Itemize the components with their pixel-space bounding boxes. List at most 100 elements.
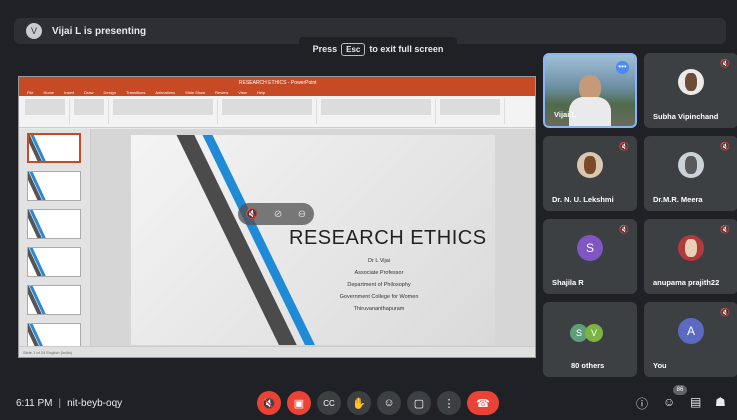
slide-thumbnails xyxy=(19,129,91,353)
meeting-code: nit-beyb-oqy xyxy=(67,398,123,409)
ppt-ribbon xyxy=(19,96,535,128)
mic-off-icon: 🔇 xyxy=(720,142,730,151)
chat-icon[interactable]: ▤ xyxy=(690,395,701,409)
ppt-tab: File xyxy=(27,89,34,95)
info-icon[interactable]: ⓘ xyxy=(636,395,648,412)
slide-info-line: Government College for Women xyxy=(339,294,419,300)
avatar: V xyxy=(585,324,603,342)
ppt-tab: Draw xyxy=(84,89,94,95)
ribbon-group-editing xyxy=(440,99,505,124)
avatar xyxy=(577,151,603,178)
more-options-icon: ⋮ xyxy=(443,397,455,410)
ppt-doc-title: RESEARCH ETHICS - PowerPoint xyxy=(239,79,317,86)
slide-author-info: Dr L Vijai Associate Professor Departmen… xyxy=(309,255,449,315)
participant-name: Dr.M.R. Meera xyxy=(653,195,703,204)
avatar: S xyxy=(577,234,603,261)
mic-toggle-button[interactable]: 🔇 xyxy=(257,391,281,415)
participant-tile[interactable]: 🔇 Dr.M.R. Meera xyxy=(644,136,737,211)
camera-toggle-button[interactable]: ▣ xyxy=(287,391,311,415)
people-icon[interactable]: ☺ xyxy=(663,395,675,409)
mic-off-icon: 🔇 xyxy=(619,142,629,151)
mic-off-icon: 🔇 xyxy=(720,225,730,234)
participant-tile[interactable]: 🔇 A You xyxy=(644,302,737,377)
slide-info-line: Department of Philosophy xyxy=(347,282,411,288)
presenting-label: Vijai L is presenting xyxy=(52,25,147,37)
participant-name: You xyxy=(653,361,667,370)
slide-info-line: Associate Professor xyxy=(354,270,404,276)
participant-tile[interactable]: 🔇 anupama prajith22 xyxy=(644,219,737,294)
slide-thumbnail xyxy=(27,247,81,277)
separator: | xyxy=(58,398,62,409)
ribbon-group-paragraph xyxy=(222,99,317,124)
mic-off-icon: 🔇 xyxy=(262,397,276,410)
participant-tile[interactable]: 🔇 S Shajila R xyxy=(543,219,637,294)
hint-exit: to exit full screen xyxy=(369,44,444,54)
bottom-bar: 6:11 PM | nit-beyb-oqy 🔇 ▣ CC ✋ ☺ ▢ ⋮ ☎ ⓘ … xyxy=(0,385,737,420)
avatar: A xyxy=(678,317,704,344)
more-options-button[interactable]: ⋮ xyxy=(437,391,461,415)
ppt-tab: Animations xyxy=(155,89,176,95)
participant-tile[interactable]: 🔇 Subha Vipinchand xyxy=(644,53,737,128)
ppt-tab: Review xyxy=(215,89,229,95)
presenter-avatar: V xyxy=(26,23,42,39)
present-icon: ▢ xyxy=(413,397,425,410)
ppt-tab: Insert xyxy=(64,89,75,95)
participant-name: Vijai L xyxy=(554,110,576,119)
clock: 6:11 PM xyxy=(16,398,53,409)
ribbon-group-slides xyxy=(74,99,109,124)
avatar xyxy=(678,68,704,95)
ppt-tab: Home xyxy=(43,89,55,95)
participant-name: 80 others xyxy=(571,361,605,370)
presenter-controls-pill[interactable]: 🔇 ⊘ ⊖ xyxy=(238,203,314,225)
more-options-icon[interactable]: ••• xyxy=(616,61,629,74)
emoji-button[interactable]: ☺ xyxy=(377,391,401,415)
slide-thumbnail xyxy=(27,285,81,315)
raise-hand-icon: ✋ xyxy=(352,397,366,410)
mic-off-icon: 🔇 xyxy=(720,59,730,68)
mic-off-icon[interactable]: 🔇 xyxy=(246,209,258,220)
remove-icon[interactable]: ⊘ xyxy=(274,209,282,220)
meeting-info: 6:11 PM | nit-beyb-oqy xyxy=(16,398,122,409)
raise-hand-button[interactable]: ✋ xyxy=(347,391,371,415)
ribbon-group-clipboard xyxy=(25,99,70,124)
participant-tile[interactable]: ••• Vijai L xyxy=(543,53,637,128)
participant-name: Subha Vipinchand xyxy=(653,112,719,121)
ppt-titlebar: RESEARCH ETHICS - PowerPoint xyxy=(19,77,535,88)
slide-thumbnail xyxy=(27,171,81,201)
slide-thumbnail xyxy=(27,209,81,239)
ribbon-group-drawing xyxy=(321,99,436,124)
mic-off-icon: 🔇 xyxy=(720,308,730,317)
end-call-button[interactable]: ☎ xyxy=(467,391,499,415)
mic-off-icon: 🔇 xyxy=(619,225,629,234)
ppt-tabs: File Home Insert Draw Design Transitions Anima… xyxy=(19,88,535,96)
ribbon-group-font xyxy=(113,99,218,124)
ppt-tab: Design xyxy=(103,89,116,95)
slide-thumbnail xyxy=(27,133,81,163)
participant-name: anupama prajith22 xyxy=(653,278,720,287)
end-call-icon: ☎ xyxy=(476,397,490,410)
slide-info-line: Dr L Vijai xyxy=(367,258,390,264)
activities-icon[interactable]: ☗ xyxy=(715,395,726,409)
captions-button[interactable]: CC xyxy=(317,391,341,415)
current-slide: RESEARCH ETHICS Dr L Vijai Associate Pro… xyxy=(131,135,495,345)
ppt-tab: Slide Show xyxy=(185,89,206,95)
present-button[interactable]: ▢ xyxy=(407,391,431,415)
ppt-status-text: Slide 1 of 24 English (India) xyxy=(23,349,72,355)
ppt-tab: Help xyxy=(256,89,266,95)
esc-key: Esc xyxy=(341,42,366,56)
participant-name: Shajila R xyxy=(552,278,584,287)
camera-off-icon: ▣ xyxy=(293,397,305,410)
slide-title: RESEARCH ETHICS xyxy=(289,227,487,249)
ppt-tab: Transitions xyxy=(125,89,146,95)
emoji-icon: ☺ xyxy=(383,397,395,409)
captions-icon: CC xyxy=(323,398,335,408)
avatar xyxy=(678,151,704,178)
participant-tile[interactable]: 🔇 Dr. N. U. Lekshmi xyxy=(543,136,637,211)
ppt-statusbar: Slide 1 of 24 English (India) xyxy=(19,346,535,357)
fullscreen-hint: Press Esc to exit full screen xyxy=(299,37,457,61)
participant-tile[interactable]: S V 80 others xyxy=(543,302,637,377)
slide-editor: RESEARCH ETHICS Dr L Vijai Associate Pro… xyxy=(91,129,535,347)
ppt-tab: View xyxy=(238,89,247,95)
minimize-icon[interactable]: ⊖ xyxy=(298,209,306,220)
participant-name: Dr. N. U. Lekshmi xyxy=(552,195,614,204)
